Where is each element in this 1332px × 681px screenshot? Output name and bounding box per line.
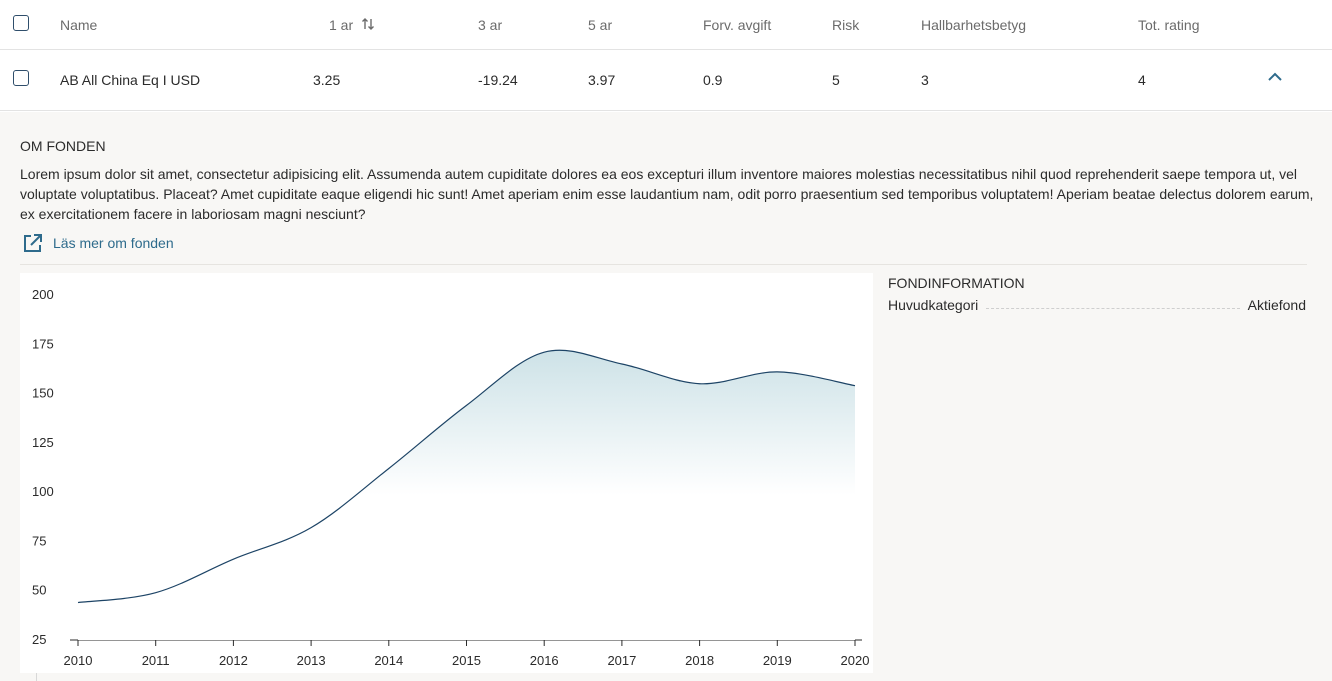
x-tick-label: 2010 — [64, 653, 93, 668]
rating-value: 4 — [1138, 72, 1146, 88]
external-link-icon — [24, 233, 42, 252]
sustainability-value: 3 — [921, 72, 929, 88]
area-fill — [78, 350, 855, 640]
column-header-rating[interactable]: Tot. rating — [1138, 17, 1199, 33]
fee-value: 0.9 — [703, 72, 723, 88]
info-value: Aktiefond — [1247, 297, 1306, 313]
y-tick-label: 50 — [32, 583, 46, 598]
y-tick-label: 75 — [32, 533, 46, 548]
fund-info-title: FONDINFORMATION — [888, 275, 1025, 291]
y-tick-label: 125 — [32, 435, 54, 450]
row-checkbox[interactable] — [13, 70, 29, 86]
fund-description: Lorem ipsum dolor sit amet, consectetur … — [20, 166, 1314, 222]
y-tick-label: 25 — [32, 632, 46, 647]
dotted-leader — [986, 308, 1240, 309]
chevron-up-icon[interactable] — [1266, 71, 1284, 83]
info-row-main-category: Huvudkategori Aktiefond — [888, 295, 1306, 313]
x-tick-label: 2011 — [142, 653, 170, 668]
x-tick-label: 2017 — [607, 653, 636, 668]
chart-svg: 25 50 75 100 125 150 175 200 2010 2011 2012 2013 20… — [32, 287, 870, 668]
divider — [36, 673, 37, 681]
section-title-about: OM FONDEN — [20, 138, 106, 154]
column-header-risk[interactable]: Risk — [832, 17, 859, 33]
x-tick-label: 2020 — [841, 653, 870, 668]
x-tick-label: 2019 — [763, 653, 792, 668]
table-header: Name 1 ar 3 ar 5 ar Forv. avgift Risk Ha… — [0, 0, 1332, 50]
x-tick-label: 2015 — [452, 653, 481, 668]
performance-chart: 25 50 75 100 125 150 175 200 2010 2011 2012 2013 20… — [20, 273, 873, 673]
select-all-checkbox[interactable] — [13, 15, 29, 31]
y-tick-label: 200 — [32, 287, 54, 302]
fund-details-panel: OM FONDEN Lorem ipsum dolor sit amet, co… — [0, 112, 1332, 681]
read-more-label: Läs mer om fonden — [53, 235, 174, 251]
x-tick-label: 2014 — [374, 653, 403, 668]
column-header-name[interactable]: Name — [60, 17, 97, 33]
column-header-3-year[interactable]: 3 ar — [478, 17, 502, 33]
column-header-5-year[interactable]: 5 ar — [588, 17, 612, 33]
info-label: Huvudkategori — [888, 297, 979, 313]
read-more-link[interactable]: Läs mer om fonden — [22, 232, 174, 254]
column-header-1-year[interactable]: 1 ar — [329, 17, 375, 34]
risk-value: 5 — [832, 72, 840, 88]
return-3-year: -19.24 — [478, 72, 518, 88]
sort-icon[interactable] — [361, 17, 375, 34]
y-tick-label: 150 — [32, 386, 54, 401]
column-header-fee[interactable]: Forv. avgift — [703, 17, 771, 33]
divider — [20, 264, 1307, 265]
return-1-year: 3.25 — [313, 72, 341, 88]
y-tick-label: 175 — [32, 336, 54, 351]
return-5-year: 3.97 — [588, 72, 616, 88]
table-row[interactable]: AB All China Eq I USD 3.25 -19.24 3.97 0… — [0, 50, 1332, 111]
y-tick-label: 100 — [32, 484, 54, 499]
x-tick-label: 2018 — [685, 653, 714, 668]
column-header-sustainability[interactable]: Hallbarhetsbetyg — [921, 17, 1026, 33]
x-tick-label: 2016 — [530, 653, 559, 668]
x-tick-label: 2012 — [219, 653, 248, 668]
column-header-1-year-label: 1 ar — [329, 17, 354, 33]
fund-name: AB All China Eq I USD — [60, 72, 201, 88]
x-tick-label: 2013 — [297, 653, 326, 668]
